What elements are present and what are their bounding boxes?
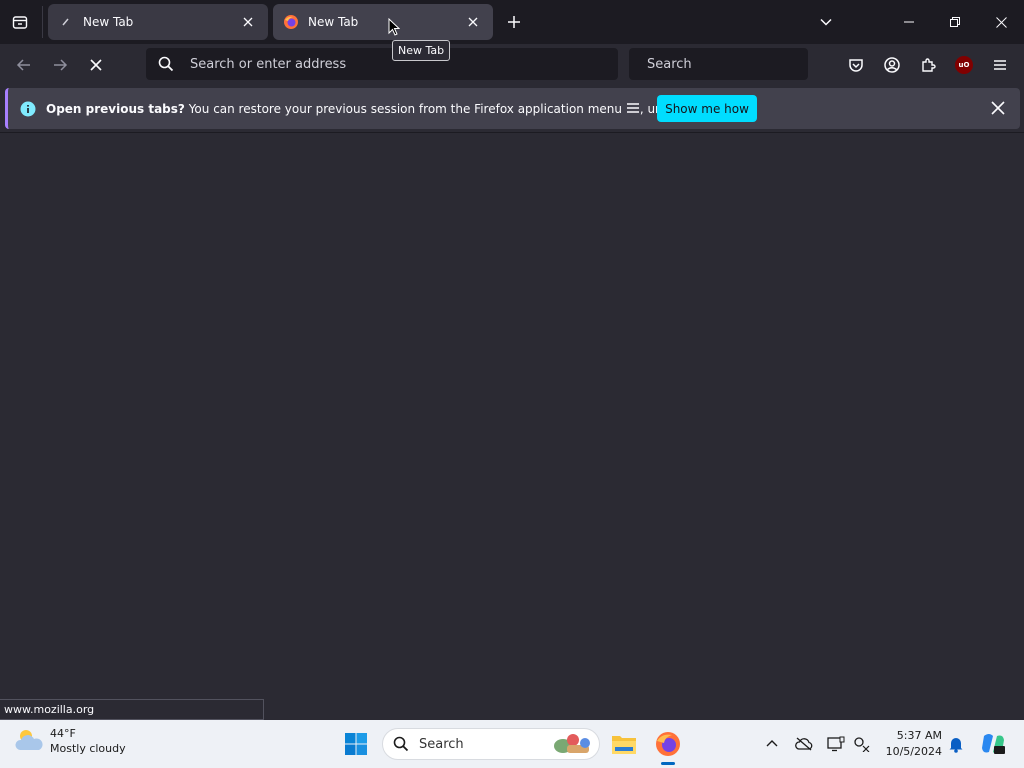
- weather-temperature: 44°F: [50, 727, 76, 740]
- file-explorer-button[interactable]: [608, 728, 640, 760]
- hamburger-menu-icon: [626, 102, 639, 113]
- url-bar[interactable]: [146, 48, 618, 80]
- pocket-button[interactable]: [840, 49, 872, 81]
- ublock-origin-button[interactable]: uO: [948, 49, 980, 81]
- file-explorer-icon: [612, 736, 636, 754]
- taskbar-search-label: Search: [419, 736, 464, 752]
- notification-title: Open previous tabs?: [46, 101, 185, 116]
- notification-text: You can restore your previous session fr…: [184, 101, 626, 116]
- display-tray-button[interactable]: [824, 732, 848, 756]
- weather-description: Mostly cloudy: [50, 742, 126, 755]
- tab-close-button[interactable]: [463, 12, 483, 32]
- chevron-down-icon: [820, 18, 832, 26]
- tab-title: New Tab: [308, 15, 359, 29]
- copilot-button[interactable]: [978, 732, 1008, 756]
- copilot-icon: [982, 734, 1005, 754]
- cloud-offline-icon: [795, 737, 813, 751]
- firefox-icon: [656, 732, 680, 756]
- mouse-cursor-icon: [388, 18, 400, 36]
- tab-1[interactable]: New Tab: [48, 4, 268, 40]
- extensions-icon: [922, 58, 936, 72]
- restore-button[interactable]: [932, 0, 978, 44]
- info-icon: [20, 101, 36, 116]
- firefox-taskbar-button[interactable]: [652, 728, 684, 760]
- restore-icon: [950, 17, 960, 27]
- ublock-icon: uO: [955, 56, 973, 74]
- cloudy-weather-icon: [15, 730, 43, 750]
- close-icon: [995, 16, 1007, 28]
- chevron-up-icon: [766, 740, 778, 747]
- app-menu-button[interactable]: [984, 49, 1016, 81]
- search-icon: [158, 56, 174, 72]
- hamburger-menu-icon: [994, 60, 1006, 70]
- tab-2[interactable]: New Tab: [273, 4, 493, 40]
- firefox-favicon: [283, 14, 299, 30]
- onedrive-tray-button[interactable]: [792, 732, 816, 756]
- tab-close-button[interactable]: [238, 12, 258, 32]
- restore-session-notification: Open previous tabs? You can restore your…: [5, 88, 1020, 129]
- extensions-button[interactable]: [912, 49, 944, 81]
- tab-tooltip: New Tab: [392, 40, 451, 61]
- clock-time: 5:37 AM: [896, 729, 942, 742]
- forward-button[interactable]: [44, 49, 76, 81]
- tab-loading-favicon: [58, 14, 74, 30]
- pocket-icon: [849, 59, 863, 72]
- show-hidden-icons-button[interactable]: [760, 732, 784, 756]
- tab-list-icon: [12, 16, 28, 29]
- plus-icon: [508, 16, 520, 28]
- bell-icon: [949, 738, 963, 753]
- taskbar-clock[interactable]: 5:37 AM 10/5/2024: [880, 728, 942, 760]
- notification-message: Open previous tabs? You can restore your…: [46, 102, 731, 116]
- minimize-button[interactable]: [886, 0, 932, 44]
- active-app-indicator: [661, 762, 675, 765]
- close-icon: [468, 17, 478, 27]
- search-bar[interactable]: [629, 48, 819, 80]
- windows-start-icon: [345, 733, 367, 755]
- search-input[interactable]: [645, 55, 819, 73]
- clock-date: 10/5/2024: [885, 745, 942, 758]
- list-all-tabs-button[interactable]: [812, 8, 840, 36]
- search-highlight-icon: [554, 734, 590, 753]
- network-tray-button[interactable]: [850, 732, 874, 756]
- close-icon: [991, 101, 1005, 115]
- back-button[interactable]: [8, 49, 40, 81]
- close-icon: [243, 17, 253, 27]
- tab-separator: [42, 6, 43, 38]
- firefox-view-button[interactable]: [4, 6, 36, 38]
- show-me-how-button[interactable]: Show me how: [657, 95, 757, 122]
- navigation-toolbar: uO: [0, 44, 1024, 86]
- tab-title: New Tab: [83, 15, 134, 29]
- stop-icon: [90, 59, 102, 71]
- window-close-button[interactable]: [978, 0, 1024, 44]
- network-icon: [854, 737, 870, 752]
- notification-close-button[interactable]: [984, 94, 1012, 122]
- search-icon: [393, 736, 409, 752]
- start-button[interactable]: [340, 728, 372, 760]
- back-arrow-icon: [16, 59, 30, 71]
- windows-taskbar: 44°F Mostly cloudy Search 5:37 AM 10/5/2…: [0, 720, 1024, 768]
- forward-arrow-icon: [54, 59, 68, 71]
- new-tab-button[interactable]: [500, 8, 528, 36]
- account-icon: [884, 57, 900, 73]
- taskbar-search[interactable]: Search: [382, 728, 600, 760]
- notifications-button[interactable]: [944, 732, 968, 756]
- stop-button[interactable]: [80, 49, 112, 81]
- monitor-icon: [827, 736, 845, 752]
- weather-widget[interactable]: 44°F Mostly cloudy: [14, 726, 126, 756]
- tab-strip: New Tab New Tab: [0, 0, 1024, 44]
- status-bar: www.mozilla.org: [0, 699, 264, 720]
- account-button[interactable]: [876, 49, 908, 81]
- page-content-area: [0, 133, 1024, 699]
- minimize-icon: [904, 21, 914, 23]
